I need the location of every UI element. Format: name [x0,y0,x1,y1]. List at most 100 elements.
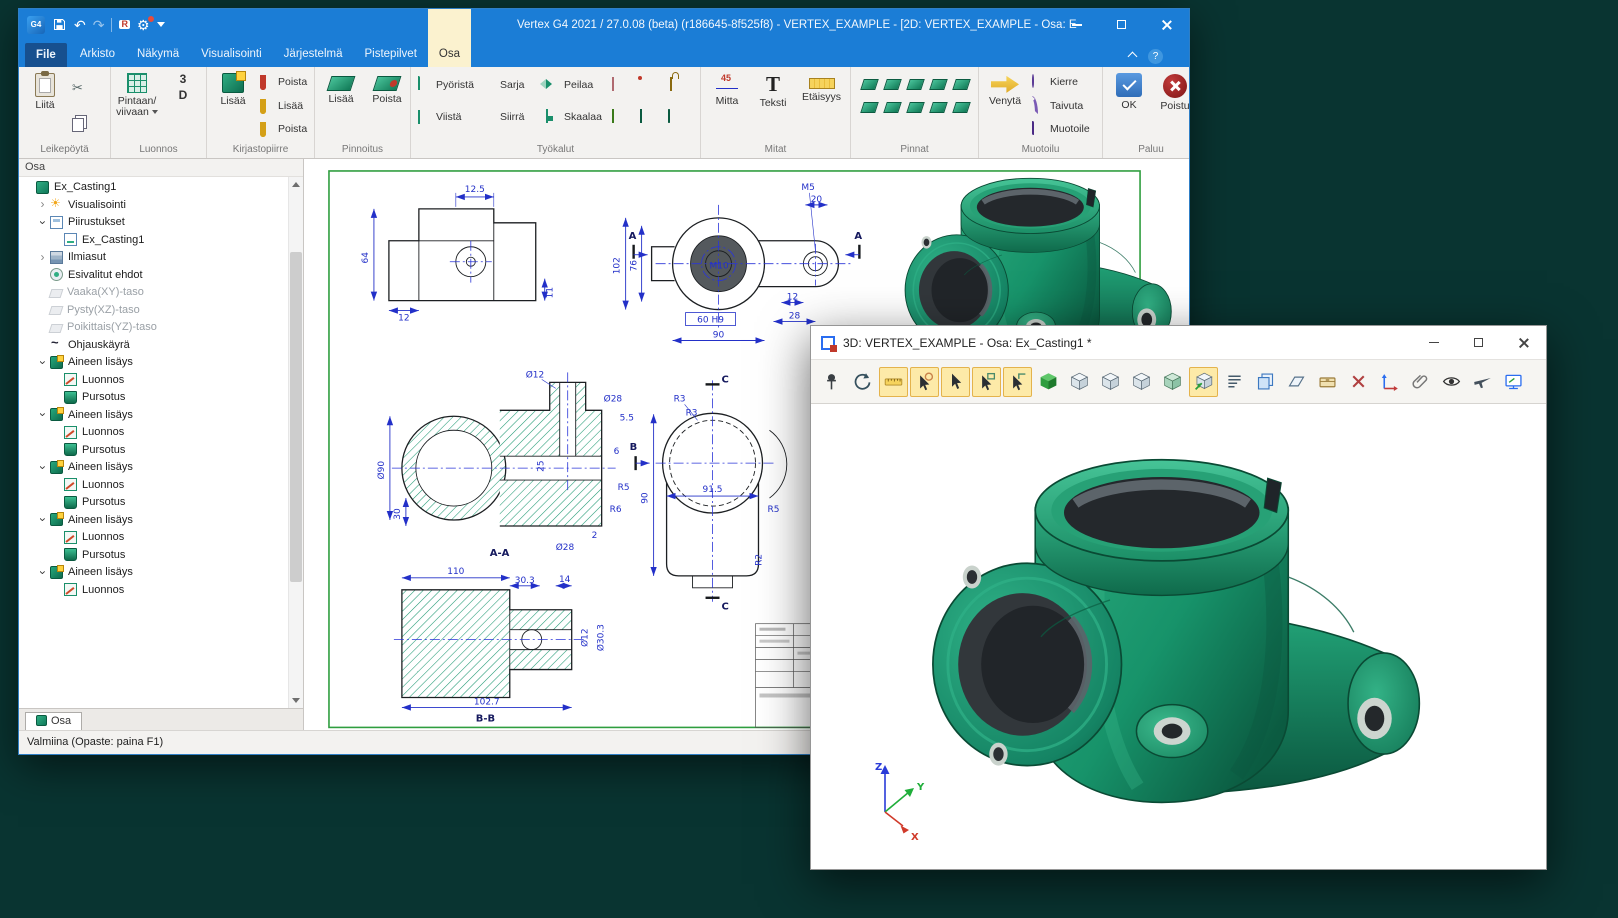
tree-item[interactable]: ›Aineen lisäys [19,459,288,477]
expander-icon[interactable]: › [37,252,48,263]
expander-icon[interactable]: › [37,462,48,473]
tree-item[interactable]: Ohjauskäyrä [19,336,288,354]
tab-file[interactable]: File [25,43,67,67]
tree-item[interactable]: Pursotus [19,546,288,564]
bottom-tab-osa[interactable]: Osa [25,712,82,730]
green-box-button[interactable] [609,109,637,125]
tree-item[interactable]: ›Aineen lisäys [19,564,288,582]
tree-scrollbar[interactable] [288,177,303,708]
tree-item[interactable]: Pursotus [19,494,288,512]
chamfer-button[interactable]: Viistä [415,109,479,125]
expander-icon[interactable]: › [37,199,48,210]
tree-item[interactable]: ›Ilmiasut [19,249,288,267]
select-area-cursor-icon[interactable] [972,367,1001,397]
help-button[interactable]: ? [1148,49,1163,64]
tree-item[interactable]: Luonnos [19,424,288,442]
stretch-button[interactable]: Venytä [983,69,1027,107]
sketch-on-surface-button[interactable]: Pintaan/viivaan [115,69,159,118]
viewport-settings-icon[interactable] [1499,367,1528,397]
redo-button[interactable]: ↷ [93,18,105,32]
library-add-small-button[interactable]: Lisää [257,98,310,114]
cut-button[interactable]: ✂ [69,79,89,97]
surface-split-icon[interactable] [929,102,948,113]
settings-gear-button[interactable]: ⚙ [137,18,150,32]
view3d-canvas[interactable]: Z Y X [811,404,1546,869]
surface-trim-icon[interactable] [883,79,902,90]
tree-item[interactable]: Pursotus [19,441,288,459]
library-remove-button[interactable]: Poista [257,74,310,90]
tree-item[interactable]: Ex_Casting1 [19,231,288,249]
maximize-button[interactable] [1099,9,1144,41]
text-button[interactable]: T Teksti [751,69,795,109]
coordinate-axes-icon[interactable] [1375,367,1404,397]
copy-button[interactable] [69,113,89,133]
view3d-maximize-button[interactable] [1456,326,1501,359]
scrollbar-thumb[interactable] [290,252,302,582]
scroll-down-button[interactable] [289,693,304,708]
tree-item[interactable]: Luonnos [19,476,288,494]
component-library-icon[interactable] [1313,367,1342,397]
main-titlebar[interactable]: G4 ↶ ↷ R ⚙ Vertex G4 2021 / 27.0.08 (bet… [19,9,1189,41]
copy-layers-icon[interactable] [1251,367,1280,397]
visibility-icon[interactable] [1437,367,1466,397]
surface-offset-icon[interactable] [929,79,948,90]
expander-icon[interactable]: › [37,514,48,525]
tree-item[interactable]: ›Piirustukset [19,214,288,232]
select-rotate-cursor-icon[interactable] [910,367,939,397]
undo-button[interactable]: ↶ [74,18,86,32]
expander-icon[interactable]: › [37,217,48,228]
scroll-up-button[interactable] [289,177,304,192]
qat-customize-button[interactable] [157,22,165,27]
spline-button[interactable] [637,77,665,93]
thread-button[interactable]: Kierre [1029,74,1093,90]
bend-button[interactable]: Taivuta [1029,98,1093,114]
tab-pistepilvet[interactable]: Pistepilvet [353,41,427,67]
coating-add-button[interactable]: Lisää [319,69,363,105]
cube-button[interactable] [637,109,665,125]
erase-button[interactable] [609,77,637,93]
dimension-button[interactable]: 45 Mitta [705,69,749,107]
pan-rotate-icon[interactable] [848,367,877,397]
fillet-button[interactable]: Pyöristä [415,77,479,93]
surface-delete-icon[interactable] [952,102,971,113]
tree-item[interactable]: Luonnos [19,529,288,547]
tree-item[interactable]: Vaaka(XY)-taso [19,284,288,302]
select-face-cursor-icon[interactable] [1003,367,1032,397]
scale-button[interactable]: Skaalaa [543,109,609,125]
view-cube-icon-2[interactable] [1096,367,1125,397]
measure-icon[interactable] [879,367,908,397]
minimize-button[interactable] [1054,9,1099,41]
view-cube-icon-1[interactable] [1065,367,1094,397]
expander-icon[interactable]: › [37,357,48,368]
tree-item[interactable]: ›Aineen lisäys [19,354,288,372]
move-button[interactable]: Siirrä [479,109,543,125]
shaded-cube-icon[interactable] [1034,367,1063,397]
view3d-close-button[interactable] [1501,326,1546,359]
close-button[interactable] [1144,9,1189,41]
tree-item[interactable]: Luonnos [19,581,288,599]
tree-item[interactable]: ›Aineen lisäys [19,406,288,424]
fly-through-icon[interactable] [1468,367,1497,397]
mirror-button[interactable]: Peilaa [543,77,609,93]
attachment-icon[interactable] [1406,367,1435,397]
delete-icon[interactable] [1344,367,1373,397]
tab-osa[interactable]: Osa [428,41,471,67]
view-cube-icon-4[interactable] [1158,367,1187,397]
tab-näkymä[interactable]: Näkymä [126,41,190,67]
tree-item[interactable]: Ex_Casting1 [19,179,288,197]
tree-item[interactable]: Esivalitut ehdot [19,266,288,284]
surface-loft-icon[interactable] [860,102,879,113]
tab-järjestelmä[interactable]: Järjestelmä [273,41,354,67]
expander-icon[interactable]: › [37,567,48,578]
coating-remove-button[interactable]: Poista [365,69,409,105]
sketch-3d-button[interactable]: 3 D [161,69,205,102]
ribbon-collapse-button[interactable] [1129,47,1136,65]
tree-item[interactable]: Pysty(XZ)-taso [19,301,288,319]
select-cursor-icon[interactable] [941,367,970,397]
exit-button[interactable]: Poistu [1153,69,1189,112]
zoom-to-fit-icon[interactable] [1189,367,1218,397]
view3d-minimize-button[interactable] [1411,326,1456,359]
morph-button[interactable]: Muotoile [1029,121,1093,137]
tree-item[interactable]: Pursotus [19,389,288,407]
surface-sweep-icon[interactable] [952,79,971,90]
